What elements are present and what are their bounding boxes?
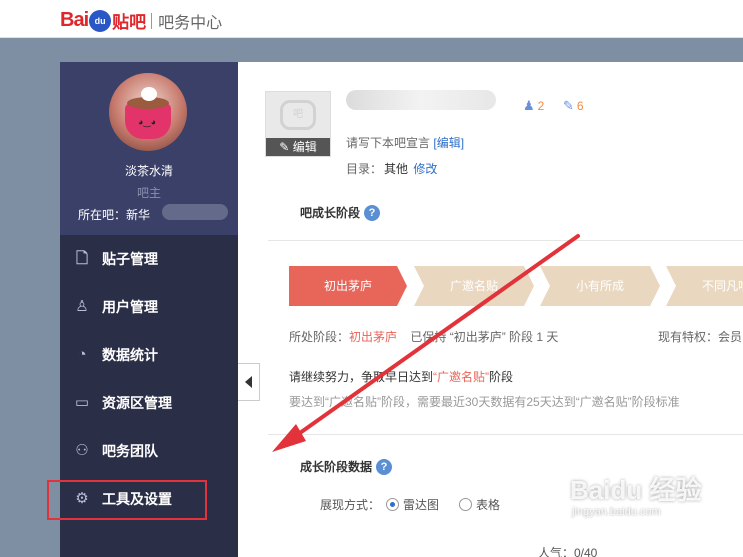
logo-bai: Bai: [60, 9, 89, 31]
display-mode: 展现方式： 雷达图 表格: [320, 496, 501, 513]
growth-data-title: 成长阶段数据 ?: [300, 458, 393, 475]
table-option-label[interactable]: 表格: [476, 496, 500, 513]
collapse-sidebar-button[interactable]: [238, 363, 260, 401]
popularity-value: 人气：0/40: [538, 546, 598, 557]
progress-tip-detail: 要达到“广邀名贴”阶段，需要最近30天数据有25天达到“广邀名贴”阶段标准: [289, 395, 680, 409]
forum-label: 所在吧：新华: [78, 208, 151, 222]
logo-tieba: 贴吧: [112, 13, 147, 32]
baidu-tieba-logo[interactable]: Bai du 贴吧 吧务中心: [60, 8, 222, 33]
post-icon: 🗋: [75, 250, 89, 267]
divider: [268, 434, 743, 435]
logo-divider: [151, 12, 153, 29]
avatar[interactable]: ◕‿◕: [109, 73, 187, 151]
stage-step: 初出茅庐: [289, 266, 407, 306]
redacted-forum-name: [162, 204, 228, 220]
stage-step: 广邀名贴: [414, 266, 534, 306]
profile-card: ◕‿◕ 淡茶水清 吧主 所在吧：新华: [60, 62, 238, 235]
paw-icon: du: [89, 9, 112, 32]
watermark-url: jingyan.baidu.com: [572, 506, 661, 518]
radar-option-label[interactable]: 雷达图: [403, 496, 439, 513]
sidebar-item-users[interactable]: ♙ 用户管理: [60, 283, 238, 331]
user-name: 淡茶水清: [124, 164, 173, 178]
team-icon: ⚇: [75, 442, 89, 459]
folder-icon: ▭: [74, 394, 90, 411]
user-role: 吧主: [136, 186, 161, 200]
forum-slogan: 请写下本吧宣言 [编辑]: [346, 136, 465, 150]
section-title: 吧务中心: [158, 14, 223, 32]
growth-stage-steps: 初出茅庐 广邀名贴 小有所成 不同凡响: [289, 266, 743, 306]
sidebar-item-label: 用户管理: [102, 299, 158, 315]
privilege-text: 现有特权：会员: [658, 330, 743, 344]
edit-category-link[interactable]: 修改: [413, 162, 437, 176]
current-stage: 所处阶段：初出茅庐 已保持 “初出茅庐” 阶段 1 天: [289, 330, 559, 344]
stage-step: 小有所成: [540, 266, 660, 306]
redacted-forum-title: [346, 90, 496, 110]
post-count[interactable]: ✎ 6: [563, 98, 584, 114]
chevron-left-icon: [245, 376, 252, 388]
person-icon: ♟: [523, 98, 535, 113]
forum-category: 目录： 其他 修改: [346, 162, 438, 176]
chart-icon: ◔: [77, 346, 87, 363]
edit-icon: ✎: [563, 98, 574, 113]
user-icon: ♙: [75, 298, 89, 315]
member-count[interactable]: ♟ 2: [523, 98, 544, 114]
sidebar-item-team[interactable]: ⚇ 吧务团队: [60, 427, 238, 475]
sidebar-item-label: 资源区管理: [102, 395, 172, 411]
sidebar-item-label: 吧务团队: [102, 443, 158, 459]
table-radio[interactable]: [459, 498, 473, 511]
top-header: Bai du 贴吧 吧务中心: [0, 0, 743, 38]
sidebar-item-label: 贴子管理: [102, 251, 158, 267]
watermark-brand: Baidu 经验: [570, 475, 702, 505]
forum-logo[interactable]: 吧 ✎ 编辑: [265, 91, 331, 157]
stage-step: 不同凡响: [666, 266, 743, 306]
help-icon[interactable]: ?: [364, 204, 381, 221]
progress-tip: 请继续努力，争取早日达到“广邀名贴”阶段: [289, 370, 514, 384]
edit-slogan-link[interactable]: [编辑]: [433, 136, 464, 150]
edit-logo-button[interactable]: ✎ 编辑: [266, 138, 330, 156]
sidebar-item-label: 数据统计: [102, 347, 158, 363]
sidebar-item-resources[interactable]: ▭ 资源区管理: [60, 379, 238, 427]
highlight-box: [47, 480, 207, 520]
sidebar-item-posts[interactable]: 🗋 贴子管理: [60, 235, 238, 283]
sidebar-item-stats[interactable]: ◔ 数据统计: [60, 331, 238, 379]
help-icon[interactable]: ?: [376, 458, 393, 475]
radar-radio[interactable]: [386, 498, 400, 511]
divider: [268, 240, 743, 241]
growth-stage-title: 吧成长阶段 ?: [300, 204, 381, 221]
bear-placeholder-icon: 吧: [280, 100, 316, 130]
